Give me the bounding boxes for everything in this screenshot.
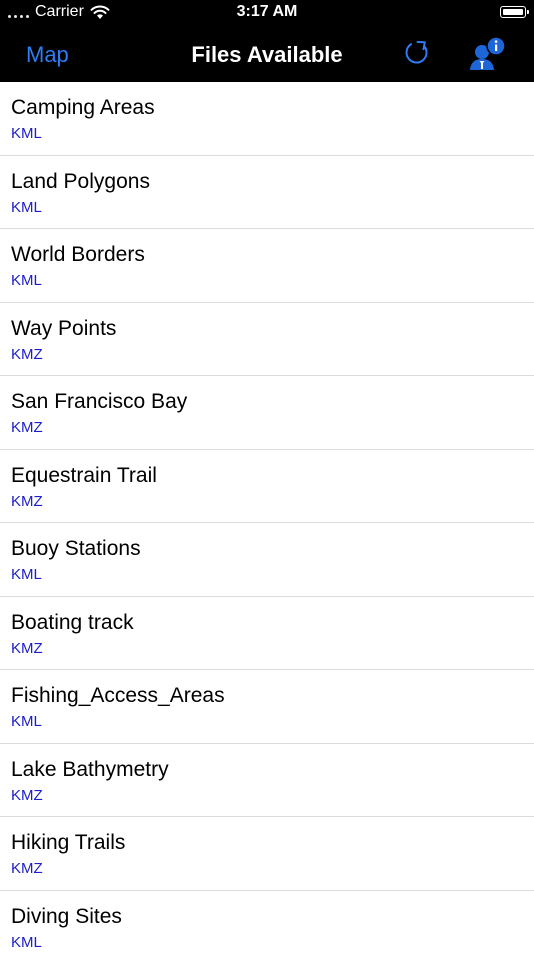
list-item[interactable]: Equestrain Trail KMZ xyxy=(0,450,534,524)
file-name: San Francisco Bay xyxy=(11,390,187,414)
file-name: Camping Areas xyxy=(11,96,155,120)
file-type: KMZ xyxy=(11,787,43,804)
file-name: Way Points xyxy=(11,317,116,341)
file-type: KML xyxy=(11,934,42,951)
file-type: KMZ xyxy=(11,493,43,510)
battery-icon xyxy=(500,6,526,18)
status-time: 3:17 AM xyxy=(0,3,534,21)
list-item[interactable]: Buoy Stations KML xyxy=(0,523,534,597)
list-item[interactable]: Way Points KMZ xyxy=(0,303,534,377)
list-item[interactable]: Hiking Trails KMZ xyxy=(0,817,534,891)
status-bar: Carrier 3:17 AM xyxy=(0,0,534,26)
list-item[interactable]: Fishing_Access_Areas KML xyxy=(0,670,534,744)
file-type: KML xyxy=(11,125,42,142)
list-item[interactable]: San Francisco Bay KMZ xyxy=(0,376,534,450)
file-name: Boating track xyxy=(11,611,134,635)
list-item[interactable]: Land Polygons KML xyxy=(0,156,534,230)
file-type: KML xyxy=(11,566,42,583)
list-item[interactable]: Camping Areas KML xyxy=(0,82,534,156)
refresh-icon[interactable] xyxy=(402,38,432,68)
file-name: Hiking Trails xyxy=(11,831,125,855)
file-name: Diving Sites xyxy=(11,905,122,929)
file-name: Land Polygons xyxy=(11,170,150,194)
file-list: Camping Areas KML Land Polygons KML Worl… xyxy=(0,82,534,964)
navigation-bar: Map Files Available xyxy=(0,26,534,82)
file-type: KML xyxy=(11,199,42,216)
file-type: KMZ xyxy=(11,860,43,877)
list-item[interactable]: Boating track KMZ xyxy=(0,597,534,671)
file-name: Fishing_Access_Areas xyxy=(11,684,225,708)
file-type: KMZ xyxy=(11,640,43,657)
file-name: Equestrain Trail xyxy=(11,464,157,488)
file-name: Lake Bathymetry xyxy=(11,758,169,782)
list-item[interactable]: World Borders KML xyxy=(0,229,534,303)
page-title: Files Available xyxy=(0,42,534,68)
list-item[interactable]: Diving Sites KML xyxy=(0,891,534,964)
file-type: KML xyxy=(11,272,42,289)
file-type: KMZ xyxy=(11,346,43,363)
file-name: Buoy Stations xyxy=(11,537,141,561)
list-item[interactable]: Lake Bathymetry KMZ xyxy=(0,744,534,818)
file-type: KMZ xyxy=(11,419,43,436)
file-name: World Borders xyxy=(11,243,145,267)
file-type: KML xyxy=(11,713,42,730)
user-info-icon[interactable] xyxy=(468,36,508,72)
